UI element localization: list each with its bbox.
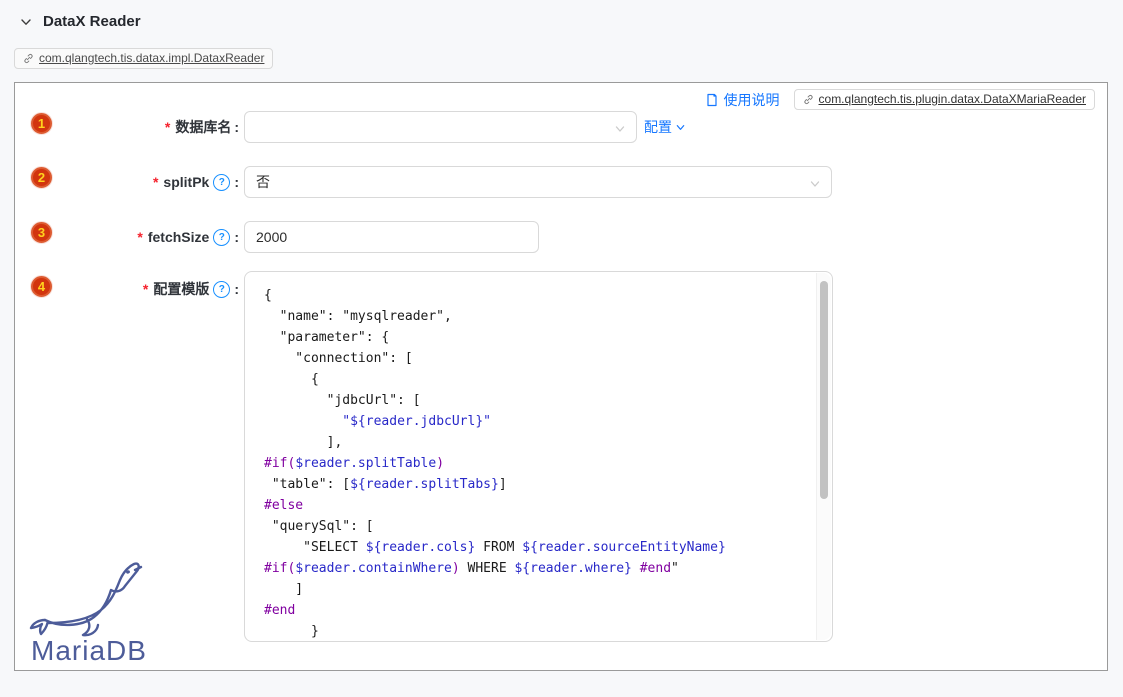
required-mark: * [153, 174, 158, 190]
label-colon: : [234, 229, 239, 245]
chevron-down-icon [675, 122, 686, 133]
editor-scrollbar[interactable] [816, 273, 831, 640]
doc-icon [705, 93, 719, 107]
plugin-class-tag-label: com.qlangtech.tis.plugin.datax.DataXMari… [819, 92, 1086, 106]
link-icon [23, 53, 34, 64]
chevron-down-icon [614, 122, 626, 134]
splitpk-select-value: 否 [256, 172, 270, 192]
splitpk-select[interactable]: 否 [244, 166, 832, 198]
plugin-class-tag-link[interactable]: com.qlangtech.tis.plugin.datax.DataXMari… [794, 89, 1095, 110]
mariadb-logo: MariaDB [19, 543, 189, 665]
dbname-select[interactable] [244, 111, 637, 143]
required-mark: * [137, 229, 142, 245]
descriptor-tag-link[interactable]: com.qlangtech.tis.datax.impl.DataxReader [14, 48, 273, 69]
usage-doc-label: 使用说明 [724, 90, 780, 110]
field-label-dbname: * 数据库名: [15, 111, 239, 143]
required-mark: * [143, 281, 148, 297]
label-colon: : [234, 281, 239, 297]
field-label-fetchsize: * fetchSize ? : [15, 221, 239, 253]
fetchsize-input[interactable] [244, 221, 539, 253]
code-content[interactable]: { "name": "mysqlreader", "parameter": { … [245, 272, 817, 641]
field-label-fetchsize-text: fetchSize [148, 229, 209, 245]
help-icon[interactable]: ? [213, 229, 230, 246]
configure-db-link[interactable]: 配置 [644, 111, 686, 143]
help-icon[interactable]: ? [213, 281, 230, 298]
field-label-template-text: 配置模版 [153, 279, 209, 299]
configure-db-label: 配置 [644, 117, 672, 137]
field-label-dbname-text: 数据库名 [175, 117, 231, 137]
label-colon: : [234, 174, 239, 190]
label-colon: : [234, 119, 239, 135]
usage-doc-link[interactable]: 使用说明 [705, 90, 780, 110]
template-code-editor[interactable]: { "name": "mysqlreader", "parameter": { … [244, 271, 833, 642]
chevron-down-icon [809, 177, 821, 189]
editor-scrollbar-thumb[interactable] [820, 281, 828, 499]
help-icon[interactable]: ? [213, 174, 230, 191]
chevron-down-icon [20, 16, 32, 28]
page: DataX Reader com.qlangtech.tis.datax.imp… [0, 0, 1123, 697]
mariadb-seal-icon [29, 543, 154, 638]
descriptor-tag-label: com.qlangtech.tis.datax.impl.DataxReader [39, 51, 264, 65]
field-label-splitpk-text: splitPk [163, 174, 209, 190]
plugin-form-panel: 使用说明 com.qlangtech.tis.plugin.datax.Data… [14, 82, 1108, 671]
section-title: DataX Reader [43, 13, 141, 30]
link-icon [803, 94, 814, 105]
required-mark: * [165, 119, 170, 135]
section-header[interactable]: DataX Reader [20, 13, 141, 30]
field-label-splitpk: * splitPk ? : [15, 166, 239, 198]
mariadb-wordmark: MariaDB [31, 635, 147, 667]
field-label-template: * 配置模版 ? : [15, 273, 239, 305]
